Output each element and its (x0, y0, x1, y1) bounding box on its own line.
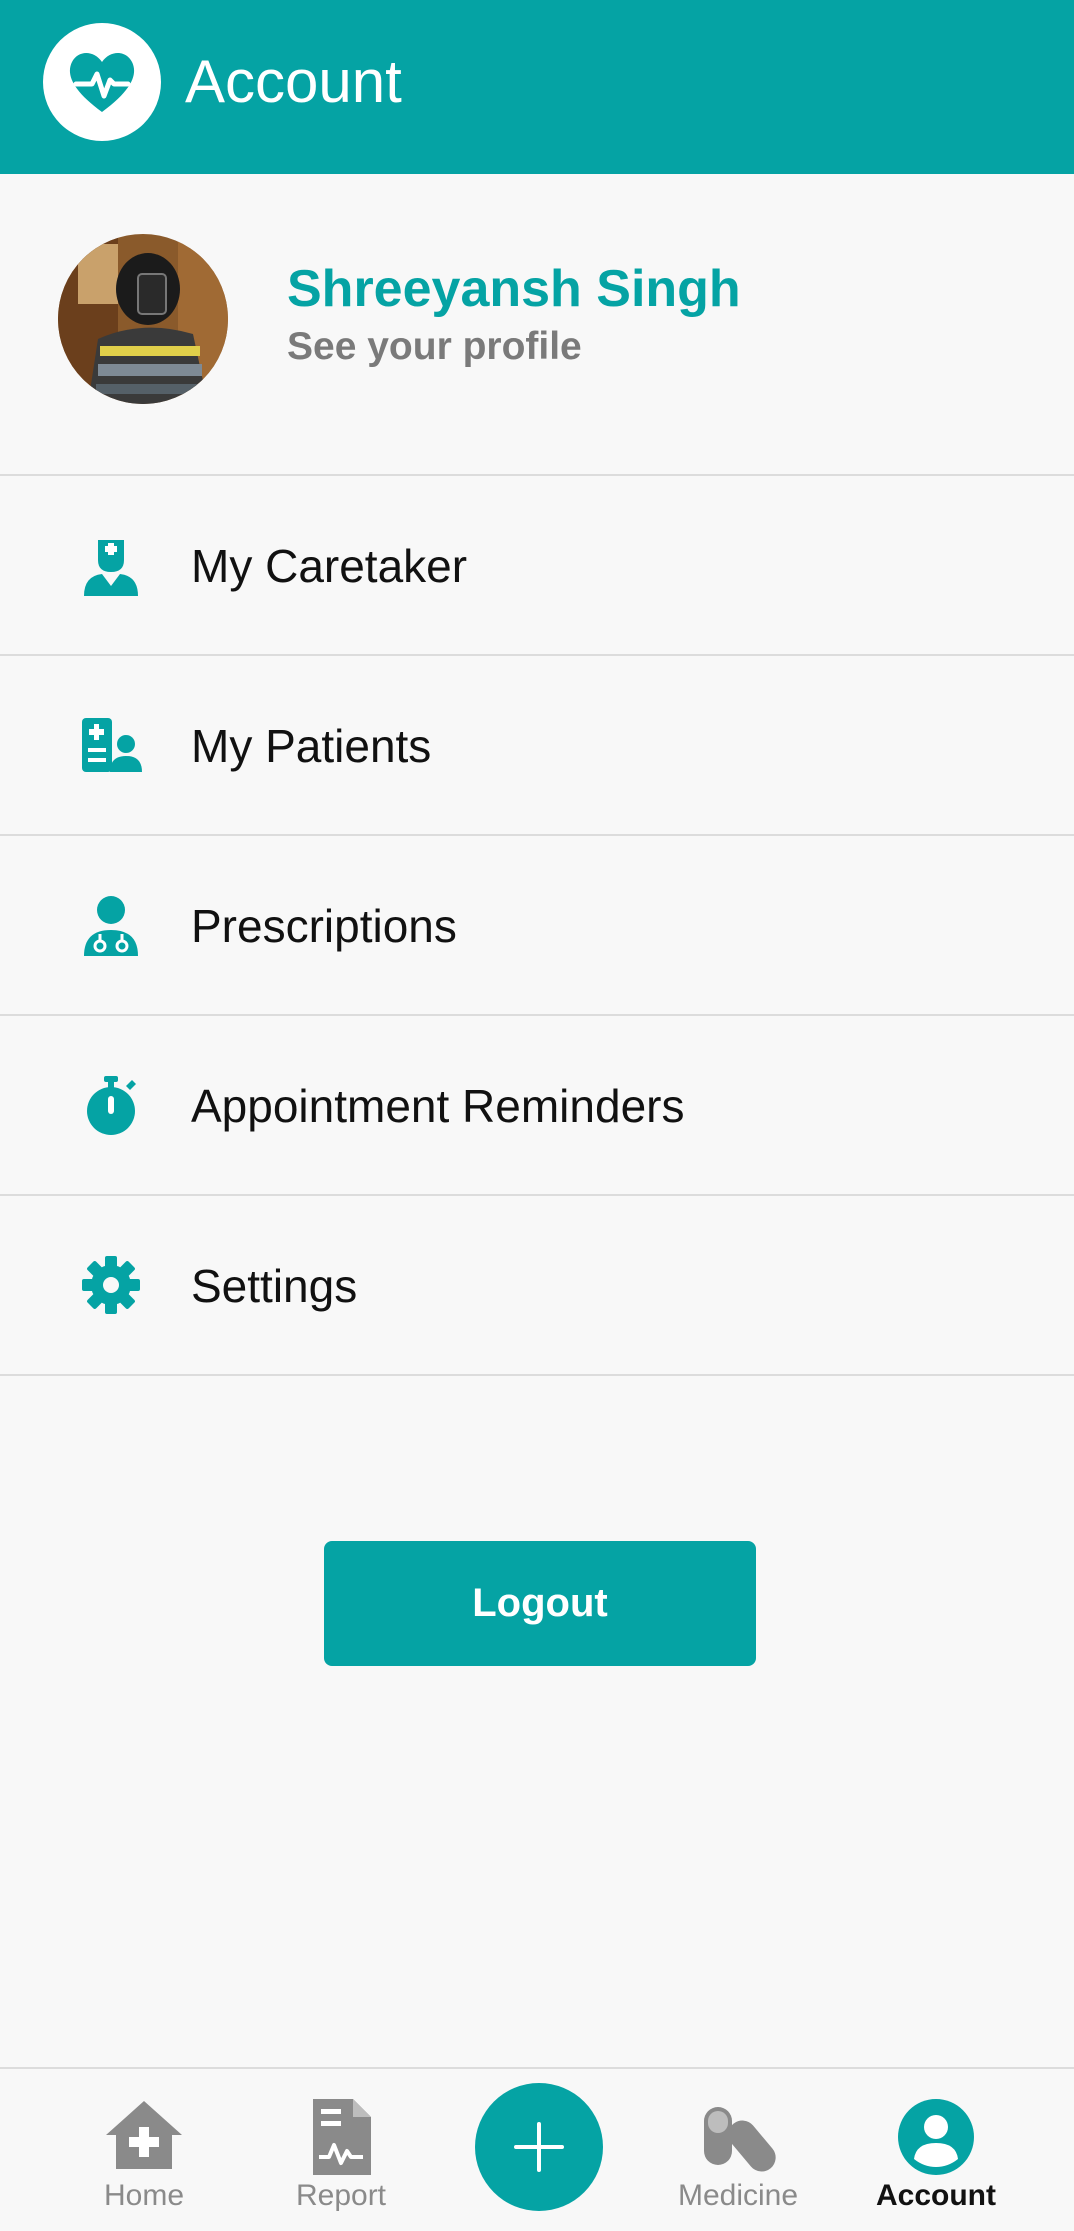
bottom-nav: Home Report Medicine Account (0, 2067, 1074, 2231)
nav-label: Report (295, 2179, 387, 2212)
nav-account[interactable]: Account (851, 2069, 1021, 2229)
nav-report[interactable]: Report (256, 2069, 426, 2229)
heart-pulse-icon (43, 23, 161, 141)
menu-label: My Caretaker (191, 540, 468, 592)
see-profile-link[interactable]: See your profile (287, 324, 582, 370)
menu-label: My Patients (191, 720, 432, 772)
menu-item-my-patients[interactable]: My Patients (0, 656, 1074, 834)
menu-item-settings[interactable]: Settings (0, 1196, 1074, 1374)
app-bar: Account (0, 0, 1074, 174)
report-icon (301, 2097, 381, 2177)
stopwatch-icon (80, 1074, 142, 1136)
account-icon (896, 2097, 976, 2177)
nurse-icon (80, 534, 142, 596)
profile-card[interactable]: Shreeyansh Singh See your profile (0, 174, 1074, 474)
menu-label: Settings (191, 1260, 358, 1312)
menu-label: Appointment Reminders (191, 1080, 685, 1132)
page-title: Account (185, 48, 402, 115)
avatar (58, 234, 228, 404)
nav-home[interactable]: Home (59, 2069, 229, 2229)
patients-icon (80, 714, 142, 776)
menu-item-my-caretaker[interactable]: My Caretaker (0, 476, 1074, 654)
profile-name: Shreeyansh Singh (287, 260, 741, 318)
home-medical-icon (104, 2097, 184, 2177)
nav-medicine[interactable]: Medicine (653, 2069, 823, 2229)
nav-label: Medicine (677, 2179, 799, 2212)
add-button[interactable] (475, 2083, 603, 2211)
menu-item-prescriptions[interactable]: Prescriptions (0, 836, 1074, 1014)
plus-icon (514, 2122, 564, 2172)
logout-button[interactable]: Logout (324, 1541, 756, 1666)
nav-label: Home (103, 2179, 185, 2212)
gear-icon (80, 1254, 142, 1316)
pills-icon (698, 2097, 778, 2177)
menu-item-appointment-reminders[interactable]: Appointment Reminders (0, 1016, 1074, 1194)
divider (0, 1374, 1074, 1376)
menu-label: Prescriptions (191, 900, 457, 952)
nav-label: Account (876, 2179, 996, 2212)
doctor-icon (80, 894, 142, 956)
